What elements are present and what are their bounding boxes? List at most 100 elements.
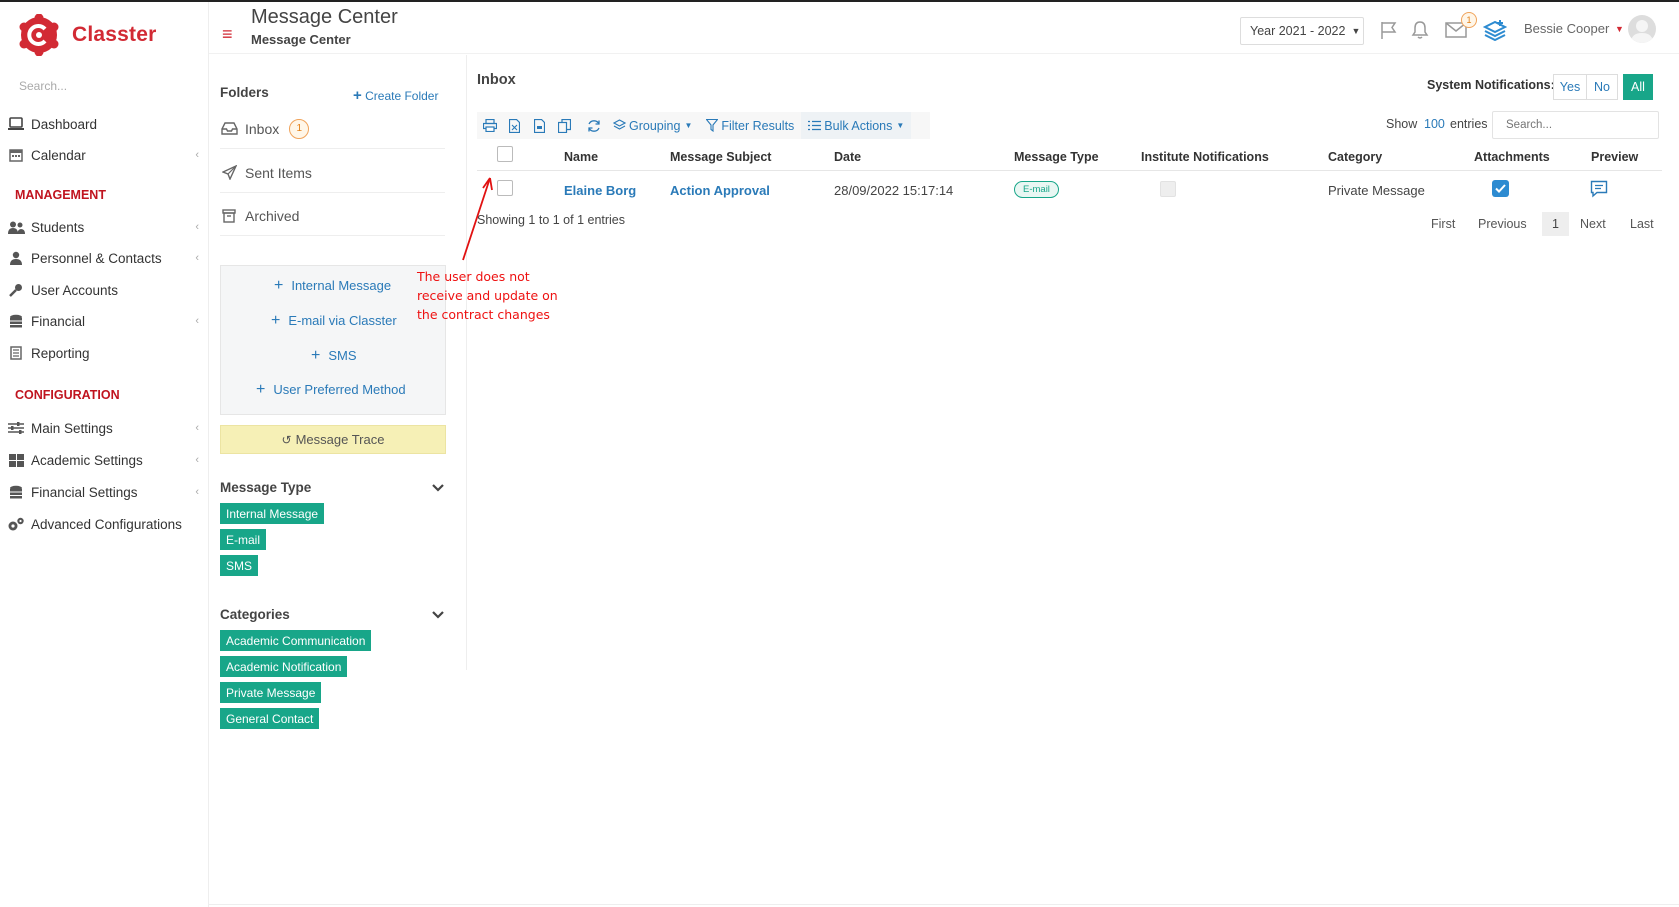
compose-user-preferred[interactable]: + User Preferred Method	[256, 381, 406, 399]
calendar-icon	[7, 147, 25, 163]
notif-no-button[interactable]: No	[1586, 74, 1618, 100]
classter-logo-icon	[19, 14, 59, 56]
breadcrumb: Message Center	[251, 32, 351, 47]
compose-email[interactable]: + E-mail via Classter	[271, 312, 397, 330]
message-trace-button[interactable]: ↺ Message Trace	[220, 425, 446, 454]
category-tag[interactable]: Private Message	[220, 682, 322, 703]
notif-all-button[interactable]: All	[1623, 74, 1653, 100]
column-header-subject[interactable]: Message Subject	[670, 150, 771, 164]
compose-label: Internal Message	[291, 278, 392, 293]
message-type-tag[interactable]: Internal Message	[220, 503, 325, 524]
cogs-icon	[7, 516, 25, 532]
plus-icon: +	[353, 87, 362, 104]
sidebar-item-advanced-configurations[interactable]: Advanced Configurations	[7, 513, 207, 535]
folder-archived[interactable]: Archived	[220, 196, 445, 236]
sidebar-item-main-settings[interactable]: Main Settings ‹	[7, 417, 207, 439]
users-icon	[7, 219, 25, 235]
logo[interactable]: Classter	[18, 14, 156, 56]
plus-icon: +	[256, 381, 266, 398]
select-all-checkbox[interactable]	[497, 146, 513, 162]
report-icon	[7, 345, 25, 361]
message-type-tag[interactable]: SMS	[220, 555, 259, 576]
flag-icon[interactable]	[1377, 18, 1401, 42]
sidebar-item-label: Students	[31, 219, 85, 235]
create-folder-button[interactable]: + Create Folder	[353, 87, 438, 104]
pager-current[interactable]: 1	[1542, 212, 1569, 236]
page-title: Message Center	[251, 6, 398, 28]
layers-add-icon[interactable]	[1483, 18, 1507, 42]
grouping-button[interactable]: Grouping ▼	[606, 112, 699, 139]
plus-icon: +	[271, 312, 281, 329]
laptop-icon	[7, 116, 25, 132]
category-tag[interactable]: Academic Communication	[220, 630, 372, 651]
folder-label: Inbox	[245, 120, 280, 137]
user-menu[interactable]: Bessie Cooper	[1524, 21, 1609, 36]
sidebar-item-students[interactable]: Students ‹	[7, 216, 207, 238]
column-header-name[interactable]: Name	[564, 150, 598, 164]
filter-results-button[interactable]: Filter Results	[699, 112, 801, 139]
pager-next[interactable]: Next	[1580, 212, 1606, 236]
preview-comment-icon[interactable]	[1590, 180, 1608, 198]
column-header-attachments[interactable]: Attachments	[1474, 150, 1550, 164]
archive-icon	[220, 208, 238, 223]
compose-internal-message[interactable]: + Internal Message	[274, 277, 391, 295]
sidebar-item-personnel[interactable]: Personnel & Contacts ‹	[7, 247, 207, 269]
bulk-actions-button[interactable]: Bulk Actions ▼	[801, 112, 912, 139]
sidebar-item-financial[interactable]: Financial ‹	[7, 310, 207, 332]
sidebar-item-user-accounts[interactable]: User Accounts	[7, 279, 207, 301]
section-configuration: CONFIGURATION	[15, 388, 120, 402]
sidebar-item-academic-settings[interactable]: Academic Settings ‹	[7, 449, 207, 471]
avatar[interactable]	[1628, 15, 1656, 43]
sidebar-item-calendar[interactable]: Calendar ‹	[7, 144, 207, 166]
chevron-left-icon: ‹	[195, 315, 199, 327]
column-header-institute-notifications[interactable]: Institute Notifications	[1141, 150, 1269, 164]
chevron-down-icon[interactable]	[430, 607, 446, 623]
print-icon[interactable]	[477, 112, 502, 139]
pager-previous[interactable]: Previous	[1478, 212, 1527, 236]
page-length-select[interactable]: 100	[1424, 117, 1445, 131]
show-label: Show	[1386, 117, 1418, 131]
column-header-category[interactable]: Category	[1328, 150, 1382, 164]
year-select[interactable]: Year 2021 - 2022 ▼	[1240, 17, 1364, 45]
compose-sms[interactable]: + SMS	[311, 347, 357, 365]
notif-yes-button[interactable]: Yes	[1553, 74, 1587, 100]
copy-icon[interactable]	[552, 112, 577, 139]
row-subject-link[interactable]: Action Approval	[670, 183, 770, 198]
folders-title: Folders	[220, 85, 269, 100]
folder-inbox[interactable]: Inbox 1	[220, 109, 445, 149]
sidebar-item-reporting[interactable]: Reporting	[7, 342, 207, 364]
column-header-date[interactable]: Date	[834, 150, 861, 164]
column-header-message-type[interactable]: Message Type	[1014, 150, 1099, 164]
caret-down-icon[interactable]: ▼	[1615, 24, 1624, 34]
coins-icon	[7, 313, 25, 329]
sidebar-item-financial-settings[interactable]: Financial Settings ‹	[7, 481, 207, 503]
folder-sent-items[interactable]: Sent Items	[220, 153, 445, 193]
pdf-export-icon[interactable]	[527, 112, 552, 139]
pager-last[interactable]: Last	[1630, 212, 1654, 236]
refresh-icon[interactable]	[581, 112, 606, 139]
year-select-value: Year 2021 - 2022	[1250, 24, 1346, 38]
table-search-input[interactable]	[1492, 111, 1659, 139]
menu-toggle-icon[interactable]: ≡	[222, 24, 233, 45]
chevron-down-icon[interactable]	[430, 480, 446, 496]
row-name-link[interactable]: Elaine Borg	[564, 183, 636, 198]
chevron-left-icon: ‹	[195, 221, 199, 233]
category-tag[interactable]: General Contact	[220, 708, 320, 729]
section-management: MANAGEMENT	[15, 188, 106, 202]
sidebar-search-input[interactable]: Search...	[19, 79, 189, 93]
sidebar-item-label: Main Settings	[31, 420, 113, 436]
column-header-preview[interactable]: Preview	[1591, 150, 1638, 164]
sidebar-item-dashboard[interactable]: Dashboard	[7, 113, 207, 135]
chevron-left-icon: ‹	[195, 252, 199, 264]
bell-icon[interactable]	[1408, 18, 1432, 42]
annotation-arrow	[462, 177, 493, 261]
message-type-tag[interactable]: E-mail	[220, 529, 267, 550]
grid-icon	[7, 452, 25, 468]
pager-first[interactable]: First	[1431, 212, 1455, 236]
table-toolbar: Grouping ▼ Filter Results Bulk Actions ▼	[477, 112, 930, 139]
attachments-checkbox	[1492, 180, 1509, 197]
sidebar: Classter Search... Dashboard Calendar ‹ …	[0, 2, 209, 907]
category-tag[interactable]: Academic Notification	[220, 656, 348, 677]
excel-export-icon[interactable]	[502, 112, 527, 139]
row-checkbox[interactable]	[497, 180, 513, 196]
